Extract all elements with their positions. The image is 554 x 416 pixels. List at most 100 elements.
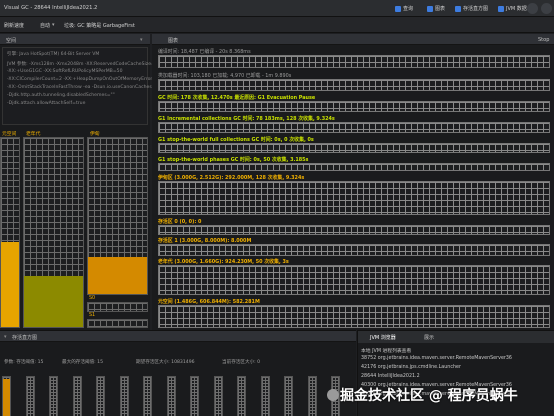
eden-graph xyxy=(158,181,550,215)
checkbox-icon xyxy=(427,5,433,12)
eden-column xyxy=(87,137,148,295)
info-line: JVM 参数: -Xms128m -Xmx2048m -XX:ReservedC… xyxy=(7,62,169,67)
metaspace-graph xyxy=(158,305,550,328)
tab-display[interactable]: 展示 xyxy=(424,334,434,341)
histogram-cell xyxy=(96,376,105,416)
histogram-cell xyxy=(307,376,317,416)
histogram-cell xyxy=(284,376,293,416)
close-button[interactable] xyxy=(541,3,552,14)
survivor0-column xyxy=(87,302,148,312)
toolbar: 刷新速度 自动 ▾ 垃圾: GC 策略是 GarbageFirst xyxy=(0,17,554,33)
jvm-tabs: JVM 浏览器 展示 xyxy=(358,331,554,343)
watermark: 掘金技术社区 @ 程序员蜗牛 xyxy=(327,385,518,405)
checkbox-query[interactable]: 查询 xyxy=(395,5,413,12)
histogram-bars xyxy=(2,376,352,416)
current-survivor-size: 当前存活区大小: 0 xyxy=(222,360,261,365)
survivor0-graph-label: 存活区 0 (0, 0): 0 xyxy=(158,219,202,225)
histogram-header: ▾ 存活直方图 xyxy=(0,331,356,342)
chevron-down-icon[interactable]: ▾ xyxy=(52,22,55,28)
checkbox-histogram[interactable]: 存活直方图 xyxy=(455,5,488,12)
histogram-cell xyxy=(143,376,152,416)
g1-full-label: G1 stop-the-world full collections GC 时间… xyxy=(158,137,314,143)
info-line: -XX:-OmitStackTraceInFastThrow -ea -Dsun… xyxy=(7,85,167,90)
list-item[interactable]: 28644 IntelliJIdea2021.2 xyxy=(361,374,420,379)
survivor1-column xyxy=(87,319,148,328)
histogram-cell xyxy=(49,376,58,416)
class-loader-graph xyxy=(158,79,550,91)
histogram-cell xyxy=(213,376,223,416)
g1-phases-graph xyxy=(158,163,550,171)
checkbox-charts[interactable]: 图表 xyxy=(427,5,445,12)
checkbox-jvm[interactable]: JVM 数据 xyxy=(498,5,527,12)
eden-label: 伊甸 xyxy=(90,132,100,137)
histogram-stats: 参数: 存活阈值: 15 最大的存活阈值: 15 期望存活区大小: 108314… xyxy=(4,359,354,369)
juejin-logo-icon xyxy=(327,389,339,401)
jvm-info-box: 引擎: Java HotSpot(TM) 64-Bit Server VM JV… xyxy=(2,47,168,125)
graphs-header: 图表 Stop xyxy=(152,34,554,45)
compile-time-label: 编译时间: 18,487 已编译 - 20s 8.368ms xyxy=(158,49,251,55)
title-bar: Visual GC - 28644 IntelliJIdea2021.2 查询 … xyxy=(0,0,554,17)
info-line: 引擎: Java HotSpot(TM) 64-Bit Server VM xyxy=(7,52,100,57)
metaspace-fill xyxy=(1,241,19,327)
old-gen-label: 老年代 xyxy=(26,132,41,137)
spaces-header: 空间 ▾ xyxy=(0,34,150,45)
info-line: -XX:CICompilerCount=2 -XX:+HeapDumpOnOut… xyxy=(7,77,153,82)
eden-graph-label: 伊甸区 (3.000G, 2.512G): 292.000M, 128 次收集,… xyxy=(158,175,305,181)
checkbox-icon xyxy=(498,5,504,12)
histogram-panel: ▾ 存活直方图 参数: 存活阈值: 15 最大的存活阈值: 15 期望存活区大小… xyxy=(0,330,356,416)
g1-full-graph xyxy=(158,143,550,153)
refresh-label: 刷新速度 xyxy=(4,23,25,29)
checkbox-icon xyxy=(455,5,461,12)
old-gen-column xyxy=(23,137,84,328)
tenuring-threshold: 参数: 存活阈值: 15 xyxy=(4,360,44,365)
g1-incremental-label: G1 Incremental collections GC 时间: 78 183… xyxy=(158,116,335,122)
histogram-cell xyxy=(119,376,129,416)
spaces-title: 空间 xyxy=(6,38,17,44)
metaspace-column xyxy=(0,137,20,328)
desired-survivor-size: 期望存活区大小: 10831496 xyxy=(136,360,195,365)
stop-button[interactable]: Stop xyxy=(538,37,549,43)
histogram-cell xyxy=(2,376,11,416)
graphs-panel: 编译时间: 18,487 已编译 - 20s 8.368ms 类加载器时间: 1… xyxy=(152,45,554,330)
metaspace-graph-label: 元空间 (1.486G, 606.844M): 582.281M xyxy=(158,299,260,305)
collapse-icon[interactable]: ▾ xyxy=(4,334,7,340)
histogram-cell xyxy=(25,376,35,416)
info-line: -Djdk.http.auth.tunneling.disabledScheme… xyxy=(7,93,115,98)
tab-jvm-browser[interactable]: JVM 浏览器 xyxy=(370,334,396,341)
survivor1-label: S1 xyxy=(89,313,96,318)
gc-policy-label: 垃圾: GC 策略是 GarbageFirst xyxy=(64,23,135,29)
old-gen-fill xyxy=(24,275,83,327)
histogram-cell xyxy=(190,376,199,416)
collapse-icon[interactable]: ▾ xyxy=(140,37,143,43)
info-line: -Djdk.attach.allowAttachSelf=true xyxy=(7,101,86,106)
old-gen-graph xyxy=(158,265,550,295)
info-line: -XX:+UseG1GC -XX:SoftRefLRUPolicyMSPerMB… xyxy=(7,69,123,74)
spaces-panel: 引擎: Java HotSpot(TM) 64-Bit Server VM JV… xyxy=(0,45,168,330)
list-item[interactable]: 38752 org.jetbrains.idea.maven.server.Re… xyxy=(361,356,512,361)
survivor0-label: S0 xyxy=(89,296,96,301)
minimize-button[interactable] xyxy=(527,3,538,14)
histogram-cell xyxy=(72,376,82,416)
histogram-cell-fill xyxy=(3,378,10,416)
gc-time-label: GC 时间: 178 次收集, 12.470s 最近原因: G1 Evacuat… xyxy=(158,95,316,101)
histogram-cell xyxy=(237,376,246,416)
old-gen-graph-label: 老年代 (3.000G, 1.660G): 924.230M, 50 次收集, … xyxy=(158,259,289,265)
histogram-cell xyxy=(260,376,270,416)
survivor0-graph xyxy=(158,225,550,235)
survivor1-graph-label: 存活区 1 (3.000G, 8.000M): 8.000M xyxy=(158,238,252,244)
jvm-list-header: 本地 JVM 进程列表查看 xyxy=(361,349,412,354)
list-item[interactable]: 42176 org.jetbrains.jps.cmdline.Launcher xyxy=(361,365,461,370)
max-tenuring-threshold: 最大的存活阈值: 15 xyxy=(62,360,104,365)
g1-phases-label: G1 stop-the-world phases GC 时间: 0s, 50 次… xyxy=(158,157,309,163)
refresh-select[interactable]: 自动 xyxy=(40,22,50,29)
class-loader-label: 类加载器时间: 103,180 已加载; 4,970 已卸载 - 1m 9.89… xyxy=(158,73,292,79)
graphs-title: 图表 xyxy=(168,38,179,44)
g1-incremental-graph xyxy=(158,122,550,133)
window-title: Visual GC - 28644 IntelliJIdea2021.2 xyxy=(4,5,98,11)
compile-time-graph xyxy=(158,55,550,68)
checkbox-icon xyxy=(395,5,401,12)
histogram-title: 存活直方图 xyxy=(12,335,38,341)
gc-time-graph xyxy=(158,101,550,112)
eden-fill xyxy=(88,256,147,294)
histogram-cell xyxy=(166,376,176,416)
